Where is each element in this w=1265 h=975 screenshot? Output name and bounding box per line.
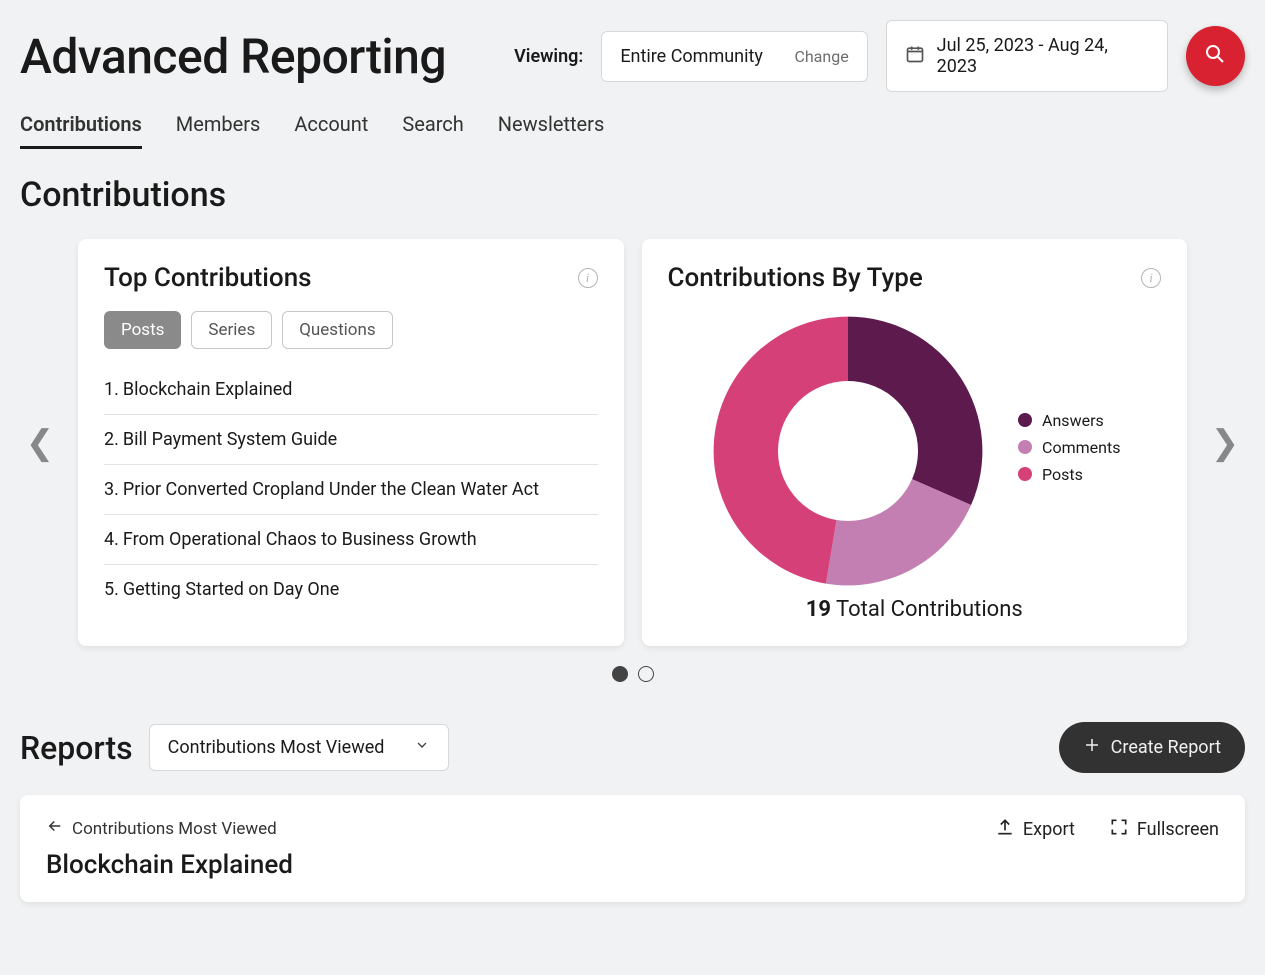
carousel-prev[interactable]: ❮ — [20, 423, 60, 463]
report-selector[interactable]: Contributions Most Viewed — [149, 724, 450, 771]
viewing-label: Viewing: — [514, 46, 583, 67]
tab-account[interactable]: Account — [294, 112, 368, 149]
legend-item: Comments — [1018, 438, 1120, 457]
pager-dot[interactable] — [638, 666, 654, 682]
total-value: 19 — [806, 597, 831, 622]
plus-icon — [1083, 736, 1101, 759]
fullscreen-icon — [1109, 817, 1129, 842]
legend-item: Answers — [1018, 411, 1120, 430]
list-item-label: Prior Converted Cropland Under the Clean… — [123, 479, 539, 500]
card-contributions-by-type: Contributions By Type i Answers Comments — [642, 239, 1188, 646]
scope-selector[interactable]: Entire Community Change — [601, 31, 867, 82]
main-tabs: Contributions Members Account Search New… — [20, 112, 1245, 149]
card-title: Contributions By Type — [668, 263, 923, 293]
list-item[interactable]: 5.Getting Started on Day One — [104, 565, 598, 614]
report-selector-value: Contributions Most Viewed — [168, 737, 385, 758]
carousel-next[interactable]: ❯ — [1205, 423, 1245, 463]
page-title: Advanced Reporting — [20, 28, 446, 85]
search-icon — [1203, 42, 1227, 70]
date-range-picker[interactable]: Jul 25, 2023 - Aug 24, 2023 — [886, 20, 1168, 92]
list-item-label: Getting Started on Day One — [123, 579, 339, 600]
card-top-contributions: Top Contributions i Posts Series Questio… — [78, 239, 624, 646]
chevron-down-icon — [414, 737, 430, 758]
calendar-icon — [905, 44, 925, 69]
cards-carousel: ❮ Top Contributions i Posts Series Quest… — [20, 239, 1245, 646]
section-heading-contributions: Contributions — [20, 175, 1245, 215]
scope-value: Entire Community — [620, 46, 763, 67]
create-report-button[interactable]: Create Report — [1059, 722, 1245, 773]
tab-newsletters[interactable]: Newsletters — [498, 112, 604, 149]
legend-label: Comments — [1042, 438, 1120, 457]
list-item-label: Blockchain Explained — [123, 379, 293, 400]
export-icon — [995, 817, 1015, 842]
filter-questions[interactable]: Questions — [282, 311, 392, 349]
list-item[interactable]: 4.From Operational Chaos to Business Gro… — [104, 515, 598, 565]
export-label: Export — [1023, 819, 1075, 840]
search-button[interactable] — [1186, 26, 1245, 86]
tab-members[interactable]: Members — [176, 112, 261, 149]
donut-chart — [708, 311, 988, 591]
legend-swatch — [1018, 440, 1032, 454]
info-icon[interactable]: i — [1141, 268, 1161, 288]
total-label: Total Contributions — [836, 597, 1023, 622]
top-contributions-list: 1.Blockchain Explained 2.Bill Payment Sy… — [104, 365, 598, 614]
arrow-left-icon — [46, 817, 64, 840]
tab-search[interactable]: Search — [402, 112, 463, 149]
report-panel: Contributions Most Viewed Blockchain Exp… — [20, 795, 1245, 902]
list-item[interactable]: 2.Bill Payment System Guide — [104, 415, 598, 465]
filter-series[interactable]: Series — [191, 311, 272, 349]
reports-header: Reports Contributions Most Viewed Create… — [20, 722, 1245, 773]
create-report-label: Create Report — [1111, 737, 1221, 758]
back-label: Contributions Most Viewed — [72, 819, 277, 839]
filter-posts[interactable]: Posts — [104, 311, 181, 349]
export-button[interactable]: Export — [995, 817, 1075, 842]
report-title: Blockchain Explained — [46, 850, 293, 880]
legend-label: Answers — [1042, 411, 1104, 430]
card-title: Top Contributions — [104, 263, 312, 293]
chevron-right-icon: ❯ — [1211, 423, 1240, 463]
legend-item: Posts — [1018, 465, 1120, 484]
chevron-left-icon: ❮ — [26, 423, 55, 463]
list-item[interactable]: 3.Prior Converted Cropland Under the Cle… — [104, 465, 598, 515]
list-item-label: From Operational Chaos to Business Growt… — [123, 529, 477, 550]
back-link[interactable]: Contributions Most Viewed — [46, 817, 293, 840]
reports-heading: Reports — [20, 729, 133, 767]
filter-pills: Posts Series Questions — [104, 311, 598, 349]
cards-row: Top Contributions i Posts Series Questio… — [78, 239, 1187, 646]
legend-swatch — [1018, 467, 1032, 481]
date-range-value: Jul 25, 2023 - Aug 24, 2023 — [937, 35, 1149, 77]
chart-legend: Answers Comments Posts — [1018, 411, 1120, 492]
legend-label: Posts — [1042, 465, 1083, 484]
fullscreen-label: Fullscreen — [1137, 819, 1219, 840]
fullscreen-button[interactable]: Fullscreen — [1109, 817, 1219, 842]
info-icon[interactable]: i — [578, 268, 598, 288]
header: Advanced Reporting Viewing: Entire Commu… — [20, 20, 1245, 92]
legend-swatch — [1018, 413, 1032, 427]
carousel-pager — [20, 666, 1245, 682]
list-item[interactable]: 1.Blockchain Explained — [104, 365, 598, 415]
tab-contributions[interactable]: Contributions — [20, 112, 142, 149]
change-scope-link[interactable]: Change — [794, 47, 848, 66]
list-item-label: Bill Payment System Guide — [123, 429, 337, 450]
total-contributions: 19 Total Contributions — [668, 597, 1162, 622]
pager-dot[interactable] — [612, 666, 628, 682]
